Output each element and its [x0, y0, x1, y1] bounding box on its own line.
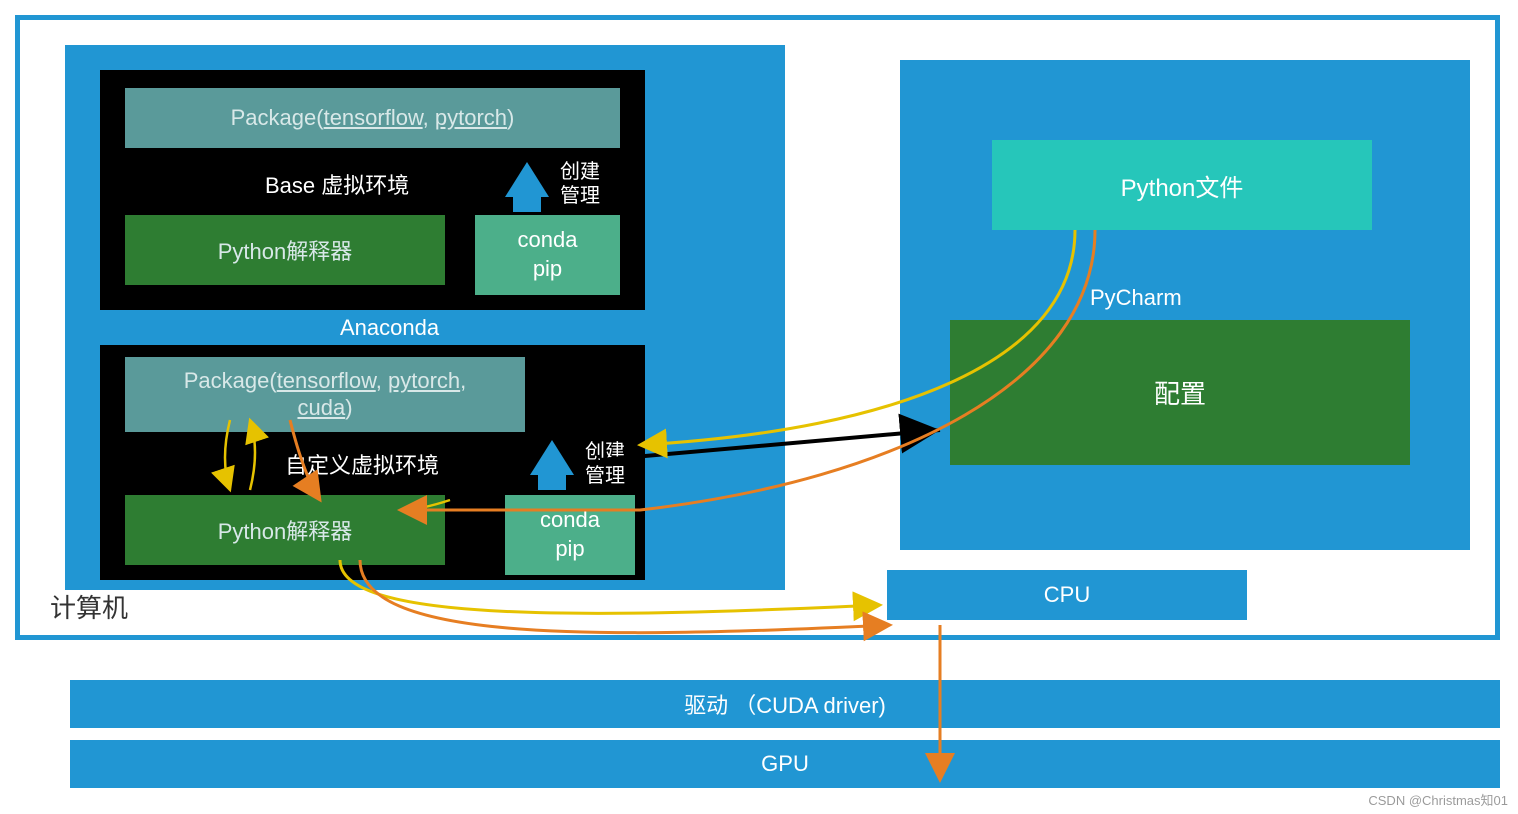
- python-file-box: Python文件: [992, 140, 1372, 230]
- interpreter-box-custom: Python解释器: [125, 495, 445, 565]
- computer-label: 计算机: [50, 588, 128, 625]
- conda-box-custom: conda pip: [505, 495, 635, 575]
- package-box-custom: Package(tensorflow, pytorch,cuda): [125, 357, 525, 432]
- config-box: 配置: [950, 320, 1410, 465]
- package-label: Package(tensorflow, pytorch): [231, 105, 515, 131]
- package-label: Package(tensorflow, pytorch,cuda): [184, 368, 467, 421]
- create-label-base: 创建 管理: [560, 160, 600, 208]
- pycharm-label: PyCharm: [1090, 285, 1182, 311]
- anaconda-block: Anaconda Package(tensorflow, pytorch) Ba…: [65, 45, 785, 590]
- up-arrow-icon: [530, 440, 574, 475]
- conda-box-base: conda pip: [475, 215, 620, 295]
- gpu-box: GPU: [70, 740, 1500, 788]
- pycharm-block: Python文件 PyCharm 配置: [900, 60, 1470, 550]
- base-env-box: Package(tensorflow, pytorch) Base 虚拟环境 创…: [100, 70, 645, 310]
- cpu-box: CPU: [887, 570, 1247, 620]
- custom-env-box: Package(tensorflow, pytorch,cuda) 自定义虚拟环…: [100, 345, 645, 580]
- create-label-custom: 创建 管理: [585, 440, 625, 488]
- package-box-base: Package(tensorflow, pytorch): [125, 88, 620, 148]
- env-label-base: Base 虚拟环境: [265, 168, 409, 200]
- interpreter-box-base: Python解释器: [125, 215, 445, 285]
- anaconda-label: Anaconda: [340, 315, 439, 341]
- driver-box: 驱动 （CUDA driver): [70, 680, 1500, 728]
- env-label-custom: 自定义虚拟环境: [285, 448, 439, 480]
- computer-frame: 计算机 Anaconda Package(tensorflow, pytorch…: [15, 15, 1500, 640]
- up-arrow-icon: [505, 162, 549, 197]
- watermark: CSDN @Christmas知01: [1368, 790, 1508, 809]
